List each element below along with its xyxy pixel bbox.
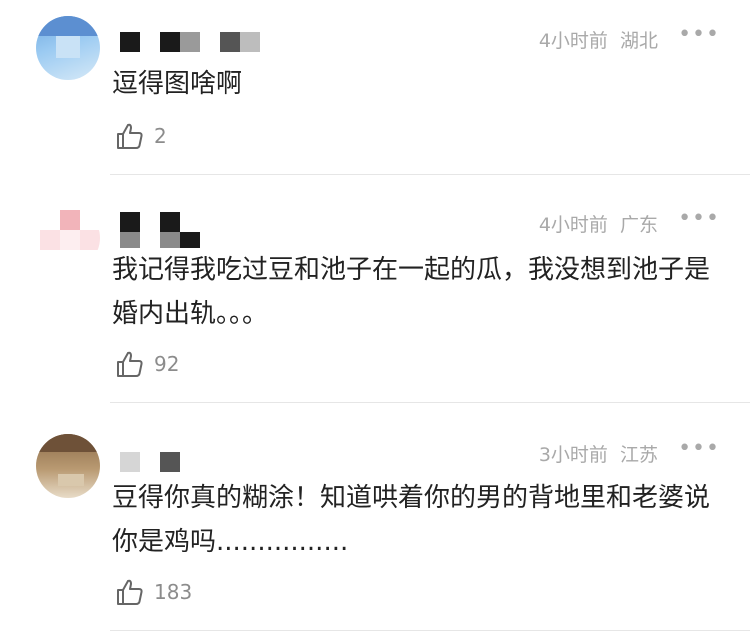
comment-time: 4小时前 [538,214,608,236]
username[interactable] [118,452,188,476]
comment-location: 江苏 [619,444,658,466]
divider [110,630,750,631]
divider [110,402,750,403]
like-button[interactable]: 183 [114,576,192,608]
comment-text: 豆得你真的糊涂！知道哄着你的男的背地里和老婆说你是鸡吗.............… [112,483,711,557]
avatar[interactable] [36,206,100,270]
comment-location: 广东 [619,214,658,236]
thumbs-up-icon [117,351,143,377]
comment-meta: 4小时前 广东 [539,210,658,237]
avatar[interactable] [36,434,100,498]
username[interactable] [118,212,208,252]
like-count: 183 [154,580,193,604]
more-dots-icon[interactable]: ••• [678,206,720,231]
comment-item: 4小时前 广东 ••• 我记得我吃过豆和池子在一起的瓜，我没想到池子是婚内出轨。… [0,0,750,640]
thumbs-up-icon [117,579,143,605]
more-dots-icon[interactable]: ••• [678,436,720,461]
comment-text: 我记得我吃过豆和池子在一起的瓜，我没想到池子是婚内出轨。。。 [112,255,711,329]
like-count: 92 [154,352,180,376]
comment-meta: 3小时前 江苏 [539,440,658,467]
like-button[interactable]: 92 [114,348,179,380]
comment-time: 3小时前 [538,444,608,466]
